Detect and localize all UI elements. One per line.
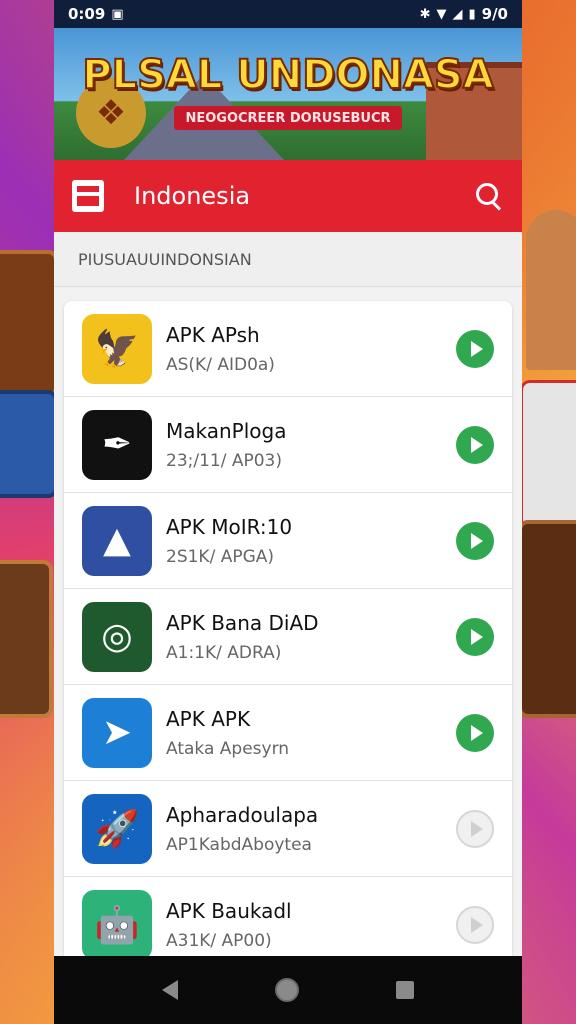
app-bar: Indonesia (54, 160, 522, 232)
app-logo-icon[interactable] (72, 180, 104, 212)
background-decoration (520, 380, 576, 536)
wifi-icon: ▼ (436, 6, 447, 22)
bluetooth-icon: ✱ (419, 6, 431, 22)
app-name: MakanPloga (166, 418, 287, 443)
background-decoration (0, 390, 58, 498)
garuda-icon: 🦅 (82, 313, 152, 384)
background-decoration (0, 250, 58, 398)
compass-logo-icon: ✒ (82, 409, 152, 480)
notification-icon: ▣ (111, 6, 124, 22)
navigation-arrow-icon: ➤ (82, 697, 152, 768)
banner-subtitle: NEOGOCREER DORUSEBUCR (174, 106, 402, 130)
list-item[interactable]: ➤ APK APK Ataka Apesyrn (64, 685, 512, 781)
play-button[interactable] (456, 713, 494, 752)
background-decoration (0, 560, 53, 718)
play-button[interactable] (456, 329, 494, 368)
play-button[interactable] (456, 425, 494, 464)
app-subtitle: 2S1K/ APGA) (166, 546, 275, 567)
app-name: APK APsh (166, 322, 260, 347)
play-button[interactable] (456, 521, 494, 560)
list-item[interactable]: ✒ MakanPloga 23;/11/ AP03) (64, 397, 512, 493)
app-name: APK Baukadl (166, 899, 292, 923)
list-item[interactable]: 🦅 APK APsh AS(K/ AID0a) (64, 301, 512, 397)
app-subtitle: 23;/11/ AP03) (166, 450, 282, 471)
app-name: APK MoIR:10 (166, 514, 293, 539)
home-icon[interactable] (274, 978, 299, 1002)
app-subtitle: AS(K/ AID0a) (166, 354, 275, 375)
app-subtitle: A31K/ AP00) (166, 931, 272, 951)
play-icon (471, 917, 483, 933)
status-bar: 0:09 ▣ ✱ ▼ ◢ ▮ 9/0 (54, 0, 522, 28)
play-icon (471, 724, 483, 741)
play-button-disabled[interactable] (456, 906, 494, 944)
app-name: APK Bana DiAD (166, 610, 319, 635)
play-icon (471, 532, 483, 549)
search-icon[interactable] (474, 181, 504, 211)
rocket-icon: 🚀 (82, 793, 152, 864)
play-icon (471, 628, 483, 645)
arrow-logo-icon: ▲ (82, 505, 152, 576)
globe-logo-icon: ◎ (82, 601, 152, 672)
app-name: Apharadoulapa (166, 802, 319, 827)
app-subtitle: A1:1K/ ADRA) (166, 642, 282, 663)
play-button-disabled[interactable] (456, 809, 494, 848)
system-nav-bar (54, 956, 522, 1024)
app-subtitle: Ataka Apesyrn (166, 738, 290, 759)
battery-icon: ▮ (468, 6, 476, 22)
status-time: 0:09 (68, 5, 106, 23)
background-decoration (526, 210, 576, 370)
play-icon (471, 340, 483, 357)
app-name: APK APK (166, 706, 251, 731)
battery-level: 9/0 (481, 5, 508, 23)
play-button[interactable] (456, 617, 494, 656)
banner-title: PLSAL UNDONASA (81, 51, 494, 99)
background-decoration (518, 520, 576, 718)
section-header-label: PIUSUAUUINDONSIAN (78, 249, 252, 269)
recent-apps-icon[interactable] (395, 981, 414, 999)
list-item[interactable]: ◎ APK Bana DiAD A1:1K/ ADRA) (64, 589, 512, 685)
back-icon[interactable] (162, 980, 179, 1000)
list-item[interactable]: 🚀 Apharadoulapa AP1KabdAboytea (64, 781, 512, 877)
play-icon (471, 820, 483, 837)
app-subtitle: AP1KabdAboytea (166, 834, 312, 855)
section-header: PIUSUAUUINDONSIAN (54, 232, 522, 287)
app-list: 🦅 APK APsh AS(K/ AID0a) ✒ MakanPloga 23;… (64, 301, 512, 973)
signal-icon: ◢ (452, 6, 463, 22)
robot-icon: 🤖 (82, 890, 152, 960)
header-banner: ❖ PLSAL UNDONASA NEOGOCREER DORUSEBUCR (54, 28, 522, 160)
play-icon (471, 436, 483, 453)
list-item[interactable]: ▲ APK MoIR:10 2S1K/ APGA) (64, 493, 512, 589)
app-bar-title: Indonesia (134, 182, 251, 210)
phone-screen: 0:09 ▣ ✱ ▼ ◢ ▮ 9/0 ❖ PLSAL UNDONASA NEOG… (54, 0, 522, 1024)
